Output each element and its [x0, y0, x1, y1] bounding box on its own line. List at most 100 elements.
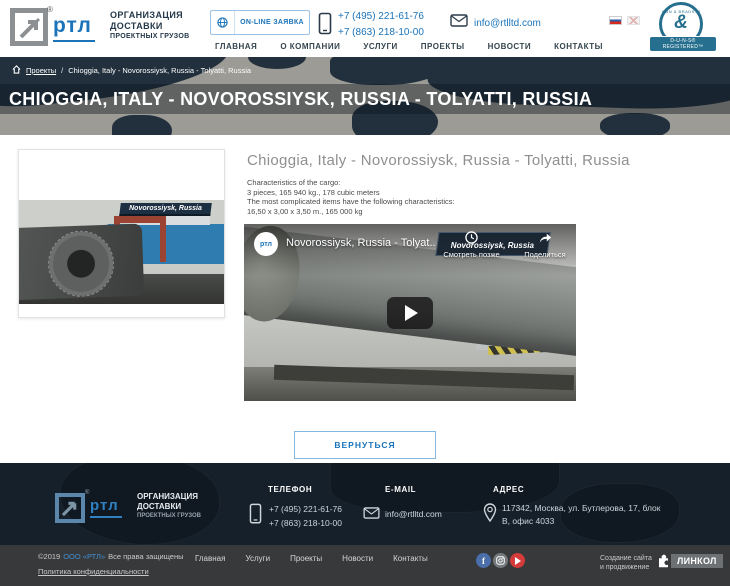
footer-email[interactable]: info@rtlltd.com — [385, 509, 442, 519]
footer-logo-arrows-icon — [59, 497, 81, 519]
nav-item-home[interactable]: ГЛАВНАЯ — [215, 42, 257, 51]
description-line: 3 pieces, 165 940 kg., 178 cubic meters — [247, 188, 455, 198]
online-request-button[interactable]: ON-LINE ЗАЯВКА — [210, 10, 310, 35]
home-icon[interactable] — [12, 65, 21, 76]
breadcrumb-separator: / — [61, 66, 63, 75]
footer-tagline-line: ДОСТАВКИ — [137, 502, 201, 512]
footer-tagline-line: ПРОЕКТНЫХ ГРУЗОВ — [137, 512, 201, 520]
header-email[interactable]: info@rtlltd.com — [474, 18, 541, 29]
footer-location-pin-icon — [483, 503, 497, 528]
project-description: Characteristics of the cargo: 3 pieces, … — [247, 178, 455, 216]
project-photo: Novorossiysk, Russia — [19, 200, 224, 304]
map-shape — [330, 57, 440, 85]
credit-line: Создание сайта — [600, 554, 652, 563]
share-label: Поделиться — [516, 250, 574, 259]
photo-caption-badge: Novorossiysk, Russia — [119, 203, 211, 216]
language-switcher — [609, 16, 640, 25]
footer-brand-name[interactable]: ртл — [90, 497, 119, 514]
video-player[interactable]: Novorossiysk, Russia ртл Novorossiysk, R… — [244, 224, 576, 401]
youtube-icon[interactable] — [510, 553, 525, 568]
footer-phone-heading: ТЕЛЕФОН — [268, 485, 312, 494]
footer: ® ртл ОРГАНИЗАЦИЯ ДОСТАВКИ ПРОЕКТНЫХ ГРУ… — [0, 463, 730, 545]
header-email-block: info@rtlltd.com — [450, 14, 541, 32]
breadcrumb-current: Chioggia, Italy - Novorossiysk, Russia -… — [68, 66, 251, 75]
photo-caption-text: Novorossiysk, Russia — [129, 205, 202, 212]
header: ® ртл ОРГАНИЗАЦИЯ ДОСТАВКИ ПРОЕКТНЫХ ГРУ… — [0, 0, 730, 57]
description-line: The most complicated items have the foll… — [247, 197, 455, 207]
tagline-line: ПРОЕКТНЫХ ГРУЗОВ — [110, 32, 189, 41]
video-title[interactable]: Novorossiysk, Russia - Tolyat... — [286, 237, 439, 249]
social-links: f — [476, 553, 525, 568]
play-icon — [405, 305, 418, 321]
breadcrumb: Проекты / Chioggia, Italy - Novorossiysk… — [12, 65, 251, 76]
nav-item-contacts[interactable]: КОНТАКТЫ — [554, 42, 603, 51]
footer-phone-2[interactable]: +7 (863) 218-10-00 — [269, 516, 342, 530]
nav-item-services[interactable]: УСЛУГИ — [363, 42, 397, 51]
bottom-nav-projects[interactable]: Проекты — [290, 554, 322, 563]
flag-en-icon[interactable] — [627, 16, 640, 25]
reg-mark: ® — [47, 5, 53, 14]
rtl-logo-icon[interactable] — [10, 8, 48, 46]
clock-icon — [465, 231, 478, 244]
nav-item-about[interactable]: О КОМПАНИИ — [280, 42, 340, 51]
online-request-label: ON-LINE ЗАЯВКА — [235, 19, 309, 26]
tagline-line: ОРГАНИЗАЦИЯ — [110, 10, 189, 21]
bottom-nav-home[interactable]: Главная — [195, 554, 225, 563]
main-content: Novorossiysk, Russia Chioggia, Italy - N… — [0, 135, 730, 463]
breadcrumb-projects-link[interactable]: Проекты — [26, 66, 56, 75]
header-phone-1[interactable]: +7 (495) 221-61-76 — [338, 9, 424, 25]
footer-phone-1[interactable]: +7 (495) 221-61-76 — [269, 502, 342, 516]
credit-line: и продвижение — [600, 563, 652, 572]
youtube-play-icon — [515, 557, 521, 565]
brand-name[interactable]: ртл — [53, 14, 92, 38]
footer-address-heading: АДРЕС — [493, 485, 524, 494]
site-credit: Создание сайта и продвижение — [600, 554, 652, 572]
map-shape — [600, 113, 670, 135]
instagram-icon[interactable] — [493, 553, 508, 568]
back-button[interactable]: ВЕРНУТЬСЯ — [294, 431, 436, 459]
facebook-icon[interactable]: f — [476, 553, 491, 568]
nav-item-projects[interactable]: ПРОЕКТЫ — [421, 42, 465, 51]
footer-address: 117342, Москва, ул. Бутлерова, 17, блок … — [502, 502, 670, 528]
email-icon — [450, 14, 468, 32]
privacy-policy-link[interactable]: Политика конфиденциальности — [38, 567, 149, 576]
bottom-nav: Главная Услуги Проекты Новости Контакты — [195, 554, 428, 563]
copyright-prefix: ©2019 — [38, 552, 60, 561]
bottom-nav-services[interactable]: Услуги — [245, 554, 270, 563]
footer-rtl-logo-icon[interactable] — [55, 493, 85, 523]
copyright-suffix: Все права защищены — [108, 552, 183, 561]
page: ® ртл ОРГАНИЗАЦИЯ ДОСТАВКИ ПРОЕКТНЫХ ГРУ… — [0, 0, 730, 586]
video-channel-avatar[interactable]: ртл — [254, 232, 278, 256]
nav-item-news[interactable]: НОВОСТИ — [488, 42, 532, 51]
main-nav: ГЛАВНАЯ О КОМПАНИИ УСЛУГИ ПРОЕКТЫ НОВОСТ… — [215, 42, 603, 51]
duns-banner: D-U-N-S® REGISTERED™ — [649, 36, 717, 52]
video-watch-later-button[interactable]: Смотреть позже — [434, 231, 509, 259]
footer-reg-mark: ® — [85, 490, 89, 496]
header-phone-block: +7 (495) 221-61-76 +7 (863) 218-10-00 — [318, 9, 424, 41]
watch-later-label: Смотреть позже — [434, 250, 509, 259]
brand-tagline: ОРГАНИЗАЦИЯ ДОСТАВКИ ПРОЕКТНЫХ ГРУЗОВ — [110, 10, 189, 41]
copyright: ©2019ООО «РТЛ»Все права защищены — [38, 552, 183, 561]
studio-link[interactable]: ЛИНКОЛ — [656, 553, 723, 568]
bottom-nav-contacts[interactable]: Контакты — [393, 554, 428, 563]
video-play-button[interactable] — [387, 297, 433, 329]
page-title: CHIOGGIA, ITALY - NOVOROSSIYSK, RUSSIA -… — [9, 89, 592, 110]
photo-cargo-flange — [48, 231, 114, 297]
brand-underline — [53, 40, 95, 42]
photo-cargo-vessel — [19, 224, 144, 301]
duns-ampersand: & — [662, 14, 700, 32]
header-phone-2[interactable]: +7 (863) 218-10-00 — [338, 25, 424, 41]
flag-ru-icon[interactable] — [609, 16, 622, 25]
footer-brand-tagline: ОРГАНИЗАЦИЯ ДОСТАВКИ ПРОЕКТНЫХ ГРУЗОВ — [137, 492, 201, 520]
phone-icon — [318, 12, 332, 41]
bottom-nav-news[interactable]: Новости — [342, 554, 373, 563]
footer-tagline-line: ОРГАНИЗАЦИЯ — [137, 492, 201, 502]
video-share-button[interactable]: Поделиться — [516, 231, 574, 259]
duns-badge: DUN & BRADSTREET & D-U-N-S® REGISTERED™ — [645, 2, 723, 52]
footer-brand-underline — [90, 516, 122, 518]
company-link[interactable]: ООО «РТЛ» — [63, 552, 105, 561]
tagline-line: ДОСТАВКИ — [110, 21, 189, 32]
project-photo-card[interactable]: Novorossiysk, Russia — [18, 149, 225, 318]
footer-email-icon — [363, 506, 380, 524]
project-title: Chioggia, Italy - Novorossiysk, Russia -… — [247, 152, 630, 169]
